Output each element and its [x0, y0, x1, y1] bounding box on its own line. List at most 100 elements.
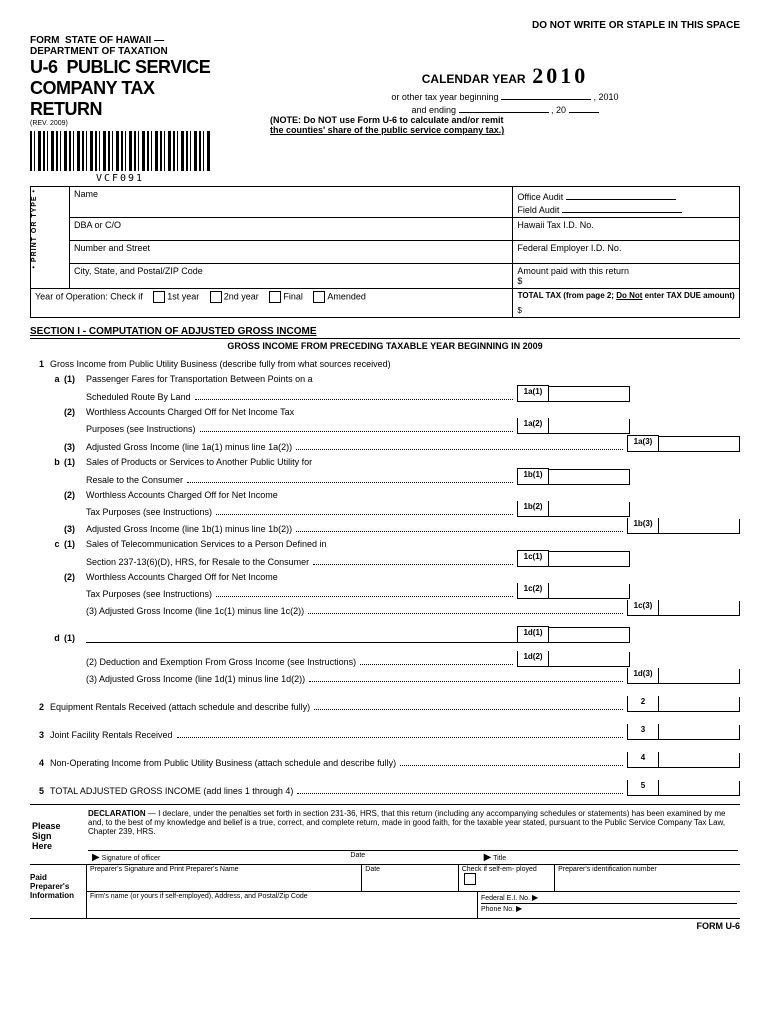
year-prefix: , 20	[551, 105, 566, 115]
line-3-num: 3	[30, 730, 50, 740]
form-word: FORM	[30, 35, 59, 46]
line-d1-num: (1)	[64, 633, 86, 643]
preparer-block: Paid Preparer's Information Preparer's S…	[30, 865, 740, 919]
prep-firm-label: Firm's name (or yours if self-employed),…	[86, 892, 477, 918]
line-a1a: Passenger Fares for Transportation Betwe…	[86, 374, 313, 384]
val-1a1[interactable]	[549, 386, 630, 402]
line-c1b: Section 237-13(6)(D), HRS, for Resale to…	[86, 557, 309, 567]
and-ending: and ending	[411, 105, 456, 115]
prep-pid-label: Preparer's identification number	[554, 865, 740, 891]
sign-label: Sign	[32, 831, 88, 841]
please-label: Please	[32, 821, 88, 831]
box-1c1: 1c(1)	[517, 550, 549, 567]
val-5[interactable]	[659, 781, 740, 796]
line-b3-num: (3)	[64, 524, 86, 534]
total-tax-label-2: enter TAX DUE amount)	[642, 291, 734, 300]
declaration-block: Please Sign Here DECLARATION — I declare…	[30, 804, 740, 865]
prep-checkif-label: Check if self-em- ployed	[462, 866, 537, 873]
line-d: d	[50, 633, 64, 643]
val-1d1[interactable]	[549, 627, 630, 643]
note-line-1: (NOTE: Do NOT use Form U-6 to calculate …	[270, 115, 740, 125]
checkbox-final[interactable]	[269, 291, 281, 303]
city-field[interactable]: City, State, and Postal/ZIP Code	[70, 264, 513, 289]
hi-tax-id-field[interactable]: Hawaii Tax I.D. No.	[513, 218, 740, 241]
line-a3-num: (3)	[64, 442, 86, 452]
line-b2-num: (2)	[64, 490, 86, 500]
val-1c1[interactable]	[549, 551, 630, 567]
end-year-field[interactable]	[569, 102, 599, 113]
box-4: 4	[627, 752, 659, 768]
total-tax-dollar[interactable]: $	[517, 306, 735, 315]
val-1b3[interactable]	[659, 519, 740, 534]
checkbox-self-employed[interactable]	[464, 873, 476, 885]
cb4-label: Amended	[327, 291, 366, 301]
line-a1-num: (1)	[64, 374, 86, 384]
box-1c2: 1c(2)	[517, 583, 549, 599]
here-label: Here	[32, 841, 88, 851]
line-c2a: Worthless Accounts Charged Off for Net I…	[86, 572, 278, 582]
val-1a2[interactable]	[549, 419, 630, 434]
val-4[interactable]	[659, 753, 740, 768]
val-1c2[interactable]	[549, 584, 630, 599]
line-4: Non-Operating Income from Public Utility…	[50, 758, 396, 768]
barcode	[30, 131, 210, 171]
print-or-type-label: • PRINT OR TYPE •	[31, 187, 38, 270]
paid-label: Paid	[30, 873, 86, 882]
box-1a3: 1a(3)	[627, 435, 659, 452]
box-1b3: 1b(3)	[627, 518, 659, 534]
barcode-text: VCF091	[30, 173, 210, 184]
box-2: 2	[627, 696, 659, 712]
note-line-2: the counties' share of the public servic…	[270, 125, 740, 135]
prep-fedein-label: Federal E.I. No.	[481, 895, 530, 902]
calendar-year-label: CALENDAR YEAR	[422, 72, 526, 86]
section-1-header: SECTION I - COMPUTATION OF ADJUSTED GROS…	[30, 326, 740, 339]
checkbox-2nd-year[interactable]	[210, 291, 222, 303]
office-audit-field[interactable]	[566, 189, 676, 200]
cb3-label: Final	[283, 291, 303, 301]
line-a1b: Scheduled Route By Land	[86, 392, 191, 402]
line-d1-blank[interactable]	[86, 630, 517, 643]
box-3: 3	[627, 724, 659, 740]
sig-date-label: Date	[346, 850, 479, 864]
val-2[interactable]	[659, 697, 740, 712]
amount-paid-field[interactable]: Amount paid with this return$	[513, 264, 740, 289]
val-3[interactable]	[659, 725, 740, 740]
box-1c3: 1c(3)	[627, 600, 659, 616]
line-4-num: 4	[30, 758, 50, 768]
dba-field[interactable]: DBA or C/O	[70, 218, 513, 241]
information-label: Information	[30, 891, 86, 900]
line-d2: (2) Deduction and Exemption From Gross I…	[86, 657, 356, 667]
sig-title-label: Title	[493, 855, 506, 862]
line-2-num: 2	[30, 702, 50, 712]
val-1c3[interactable]	[659, 601, 740, 616]
box-1a2: 1a(2)	[517, 418, 549, 434]
declaration-head: DECLARATION	[88, 809, 146, 818]
box-1b2: 1b(2)	[517, 501, 549, 517]
form-title: PUBLIC SERVICE COMPANY TAX RETURN	[30, 57, 210, 119]
val-1b1[interactable]	[549, 469, 630, 485]
section-1-sub: GROSS INCOME FROM PRECEDING TAXABLE YEAR…	[30, 341, 740, 351]
val-1b2[interactable]	[549, 502, 630, 517]
val-1a3[interactable]	[659, 436, 740, 452]
begin-date-field[interactable]	[501, 89, 591, 100]
val-1d3[interactable]	[659, 669, 740, 684]
street-field[interactable]: Number and Street	[70, 241, 513, 264]
cb1-label: 1st year	[167, 291, 199, 301]
line-c3: (3) Adjusted Gross Income (line 1c(1) mi…	[86, 606, 304, 616]
fed-ein-field[interactable]: Federal Employer I.D. No.	[513, 241, 740, 264]
box-1a1: 1a(1)	[517, 385, 549, 402]
box-1b1: 1b(1)	[517, 468, 549, 485]
line-2: Equipment Rentals Received (attach sched…	[50, 702, 310, 712]
line-a2a: Worthless Accounts Charged Off for Net I…	[86, 407, 294, 417]
line-b1a: Sales of Products or Services to Another…	[86, 457, 312, 467]
revision: (REV. 2009)	[30, 120, 230, 127]
field-audit-field[interactable]	[562, 202, 682, 213]
checkbox-1st-year[interactable]	[153, 291, 165, 303]
end-date-field[interactable]	[459, 102, 549, 113]
val-1d2[interactable]	[549, 652, 630, 667]
prep-date-label: Date	[361, 865, 457, 891]
line-1-num: 1	[30, 359, 50, 369]
checkbox-amended[interactable]	[313, 291, 325, 303]
box-1d1: 1d(1)	[517, 626, 549, 643]
name-field[interactable]: Name	[70, 187, 513, 218]
